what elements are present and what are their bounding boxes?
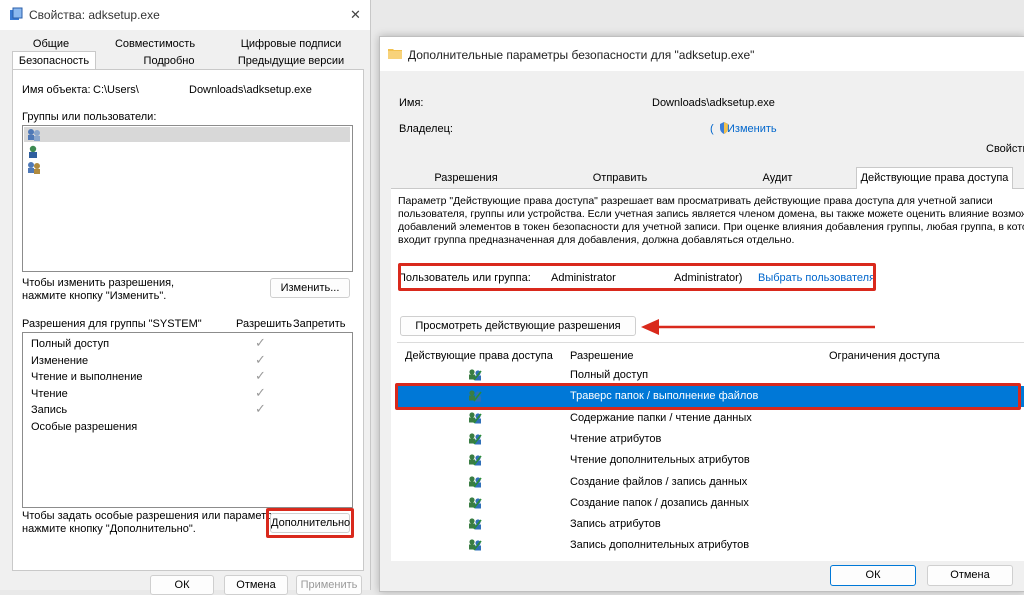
view-effective-access-button[interactable]: Просмотреть действующие разрешения bbox=[400, 316, 636, 336]
change-owner-link[interactable]: Изменить bbox=[727, 123, 777, 135]
group-row-selected[interactable] bbox=[24, 127, 350, 142]
deny-column-header: Запретить bbox=[293, 318, 346, 330]
table-row[interactable]: Создание файлов / запись данных bbox=[397, 472, 1024, 493]
permission-item: Чтение и выполнение bbox=[31, 371, 143, 383]
groups-label: Группы или пользователи: bbox=[22, 111, 157, 123]
permissions-list[interactable]: Полный доступ ✓ Изменение ✓ Чтение и выполне… bbox=[22, 332, 353, 508]
folder-icon bbox=[388, 47, 402, 62]
permission-name: Запись атрибутов bbox=[570, 518, 661, 531]
permission-name: Запись дополнительных атрибутов bbox=[570, 539, 750, 552]
allow-check-icon: ✓ bbox=[255, 351, 266, 367]
allow-check-icon: ✓ bbox=[255, 401, 266, 416]
name-label: Имя: bbox=[399, 97, 424, 109]
permission-name: Полный доступ bbox=[570, 369, 649, 381]
change-permissions-hint: Чтобы изменить разрешения, нажмите кнопк… bbox=[22, 277, 175, 302]
tab-security-active[interactable]: Безопасность bbox=[12, 51, 96, 70]
column-header-effective-access[interactable]: Действующие права доступа bbox=[405, 350, 553, 362]
permission-name: Содержание папки / чтение данных bbox=[570, 411, 752, 424]
table-body: Полный доступ Траверс папок / выполнение … bbox=[395, 365, 1024, 562]
groups-list[interactable] bbox=[22, 125, 353, 272]
permission-name: Создание папок / дозапись данных bbox=[570, 496, 749, 509]
allow-check-icon: ✓ bbox=[255, 335, 266, 350]
object-name-value-start: C:\Users\ bbox=[93, 84, 139, 96]
owner-label: Владелец: bbox=[399, 123, 453, 135]
access-allowed-icon bbox=[468, 538, 482, 552]
access-allowed-icon bbox=[468, 411, 482, 425]
dialog-title: Свойства: adksetup.exe bbox=[29, 8, 160, 22]
table-row[interactable]: Запись атрибутов bbox=[397, 514, 1024, 535]
dialog-title-bar: Дополнительные параметры безопасности дл… bbox=[380, 37, 1024, 71]
ok-button[interactable]: ОК bbox=[830, 565, 916, 586]
tab-compatibility[interactable]: Совместимость bbox=[100, 38, 210, 50]
access-allowed-icon bbox=[468, 517, 482, 531]
table-row[interactable]: Создание папок / дозапись данных bbox=[397, 493, 1024, 514]
allow-check-icon: ✓ bbox=[255, 384, 266, 400]
users-group-icon bbox=[27, 128, 41, 144]
name-value: Downloads\adksetup.exe bbox=[652, 97, 775, 109]
ok-button[interactable]: ОК bbox=[150, 575, 214, 595]
dialog-title: Дополнительные параметры безопасности дл… bbox=[408, 48, 755, 62]
table-row[interactable]: Запись дополнительных атрибутов bbox=[397, 535, 1024, 556]
advanced-security-dialog: Дополнительные параметры безопасности дл… bbox=[379, 36, 1024, 592]
arrow-annotation bbox=[641, 319, 875, 335]
cancel-button[interactable]: Отмена bbox=[927, 565, 1013, 586]
permission-item: Чтение bbox=[31, 387, 68, 400]
tab-effective-access-active[interactable]: Действующие права доступа bbox=[856, 167, 1013, 190]
object-name-label: Имя объекта: bbox=[22, 84, 91, 96]
access-allowed-icon bbox=[468, 432, 482, 446]
users-group-icon bbox=[27, 161, 41, 177]
object-name-value-end: Downloads\adksetup.exe bbox=[189, 84, 312, 96]
effective-access-panel: Параметр "Действующие права доступа" раз… bbox=[391, 189, 1024, 561]
column-header-restrictions[interactable]: Ограничения доступа bbox=[829, 350, 940, 362]
tab-previous-versions[interactable]: Предыдущие версии bbox=[236, 55, 346, 67]
table-row[interactable]: Чтение атрибутов bbox=[397, 429, 1024, 450]
tab-send[interactable]: Отправить bbox=[545, 172, 695, 184]
tab-details[interactable]: Подробно bbox=[134, 55, 204, 67]
permission-item: Полный доступ bbox=[31, 338, 110, 350]
permission-item: Запись bbox=[31, 404, 68, 416]
description-text: Параметр "Действующие права доступа" раз… bbox=[398, 195, 1024, 246]
tab-audit[interactable]: Аудит bbox=[700, 172, 855, 184]
selected-row-highlight bbox=[395, 383, 1021, 411]
permission-item: Изменение bbox=[31, 354, 89, 367]
owner-value: ( bbox=[710, 123, 714, 135]
security-panel: Имя объекта: C:\Users\ Downloads\adksetu… bbox=[12, 69, 364, 571]
tab-general[interactable]: Общие bbox=[26, 38, 76, 50]
tab-permissions[interactable]: Разрешения bbox=[391, 172, 541, 184]
permissions-header: Разрешения для группы "SYSTEM" bbox=[22, 318, 202, 330]
user-group-highlight bbox=[398, 263, 876, 291]
tab-digital-signatures[interactable]: Цифровые подписи bbox=[236, 38, 346, 50]
column-header-permission[interactable]: Разрешение bbox=[570, 350, 634, 362]
app-icon bbox=[9, 7, 23, 21]
close-icon[interactable]: ✕ bbox=[350, 7, 361, 23]
access-allowed-icon bbox=[468, 368, 482, 382]
effective-access-table: Действующие права доступа Разрешение Огр… bbox=[395, 342, 1024, 562]
access-allowed-icon bbox=[468, 453, 482, 467]
cut-off-label: Свойств bbox=[986, 143, 1024, 155]
access-allowed-icon bbox=[468, 496, 482, 510]
tab-effective-access-label: Действующие права доступа bbox=[860, 172, 1009, 184]
access-allowed-icon bbox=[468, 475, 482, 489]
permission-name: Чтение атрибутов bbox=[570, 432, 662, 445]
properties-dialog: Свойства: adksetup.exe ✕ Общие Совместим… bbox=[0, 0, 371, 595]
user-icon bbox=[27, 145, 41, 161]
advanced-button-highlight bbox=[266, 508, 354, 538]
table-row[interactable]: Содержание папки / чтение данных bbox=[397, 408, 1024, 429]
table-row[interactable]: Чтение дополнительных атрибутов bbox=[397, 450, 1024, 471]
change-button[interactable]: Изменить... bbox=[270, 278, 350, 298]
dialog-title-bar: Свойства: adksetup.exe ✕ bbox=[0, 0, 370, 30]
allow-column-header: Разрешить bbox=[236, 318, 292, 330]
permission-name: Чтение дополнительных атрибутов bbox=[570, 454, 750, 467]
permission-item: Особые разрешения bbox=[31, 420, 138, 433]
allow-check-icon: ✓ bbox=[255, 368, 266, 383]
tab-security-label: Безопасность bbox=[18, 55, 90, 67]
special-permissions-hint: Чтобы задать особые разрешения или парам… bbox=[22, 510, 284, 535]
cancel-button[interactable]: Отмена bbox=[224, 575, 288, 595]
apply-button[interactable]: Применить bbox=[296, 575, 362, 595]
permission-name: Создание файлов / запись данных bbox=[570, 475, 748, 488]
